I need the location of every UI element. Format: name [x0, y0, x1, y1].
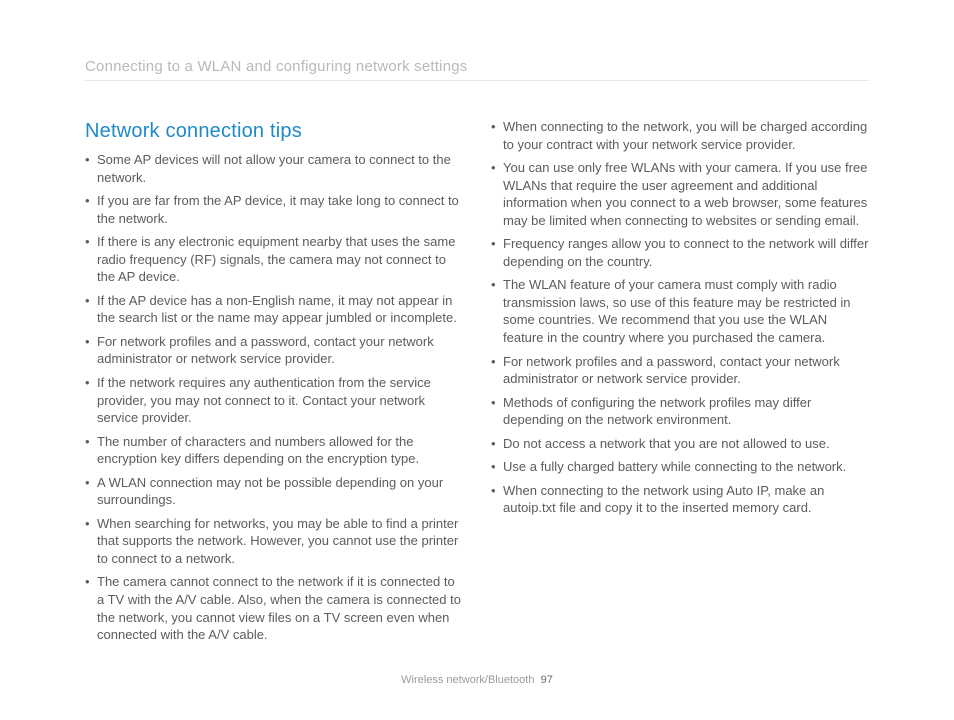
bullet-list-left: Some AP devices will not allow your came… — [85, 151, 463, 644]
running-header: Connecting to a WLAN and configuring net… — [85, 58, 467, 75]
list-item: The number of characters and numbers all… — [85, 433, 463, 468]
manual-page: Connecting to a WLAN and configuring net… — [0, 0, 954, 720]
column-right: When connecting to the network, you will… — [491, 118, 869, 650]
page-footer: Wireless network/Bluetooth 97 — [0, 674, 954, 686]
column-left: Network connection tips Some AP devices … — [85, 118, 463, 650]
bullet-list-right: When connecting to the network, you will… — [491, 118, 869, 517]
list-item: When searching for networks, you may be … — [85, 515, 463, 568]
list-item: You can use only free WLANs with your ca… — [491, 159, 869, 229]
list-item: For network profiles and a password, con… — [491, 353, 869, 388]
list-item: The WLAN feature of your camera must com… — [491, 276, 869, 346]
list-item: Methods of configuring the network profi… — [491, 394, 869, 429]
list-item: The camera cannot connect to the network… — [85, 573, 463, 643]
list-item: Do not access a network that you are not… — [491, 435, 869, 453]
header-rule — [85, 80, 869, 81]
list-item: Use a fully charged battery while connec… — [491, 458, 869, 476]
section-title: Network connection tips — [85, 118, 463, 145]
list-item: Some AP devices will not allow your came… — [85, 151, 463, 186]
list-item: For network profiles and a password, con… — [85, 333, 463, 368]
page-number: 97 — [541, 674, 553, 686]
list-item: If the network requires any authenticati… — [85, 374, 463, 427]
list-item: If you are far from the AP device, it ma… — [85, 192, 463, 227]
list-item: Frequency ranges allow you to connect to… — [491, 235, 869, 270]
list-item: If the AP device has a non-English name,… — [85, 292, 463, 327]
list-item: If there is any electronic equipment nea… — [85, 233, 463, 286]
list-item: When connecting to the network, you will… — [491, 118, 869, 153]
footer-section-label: Wireless network/Bluetooth — [401, 674, 534, 686]
content-columns: Network connection tips Some AP devices … — [85, 118, 869, 650]
list-item: A WLAN connection may not be possible de… — [85, 474, 463, 509]
list-item: When connecting to the network using Aut… — [491, 482, 869, 517]
